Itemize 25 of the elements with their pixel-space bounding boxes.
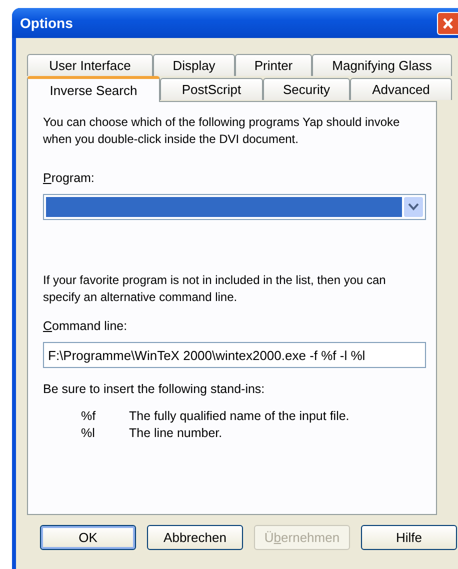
command-line-field[interactable]: F:\Programme\WinTeX 2000\wintex2000.exe -f %f -l %l (43, 342, 426, 368)
dialog-button[interactable]: OK (40, 525, 136, 550)
chevron-down-icon (408, 203, 419, 211)
standin-code: %f (81, 408, 97, 425)
close-icon[interactable] (437, 12, 458, 34)
standin-code: %l (81, 425, 96, 442)
tab[interactable]: Printer (235, 54, 312, 76)
program-dropdown[interactable] (43, 194, 426, 220)
tab[interactable]: Security (263, 78, 350, 100)
window-title: Options (20, 15, 73, 31)
dialog-button[interactable]: Abbrechen (147, 525, 243, 550)
note-text: If your favorite program is not in included in the list, then you can specify an alternative command line. (43, 272, 387, 306)
standins-intro: Be sure to insert the following stand-ins: (43, 382, 266, 396)
standin-description: The fully qualified name of the input file. (129, 408, 350, 425)
dialog-button[interactable]: Hilfe (361, 525, 457, 550)
tab[interactable]: Display (153, 54, 235, 76)
tab[interactable]: User Interface (27, 54, 153, 76)
standin-description: The line number. (129, 425, 224, 442)
tab[interactable]: Advanced (350, 78, 452, 100)
program-label: Program: (43, 170, 96, 187)
command-line-label: Command line: (43, 318, 128, 335)
tab[interactable]: Magnifying Glass (312, 54, 452, 76)
tab[interactable]: Inverse Search (27, 76, 160, 102)
intro-text: You can choose which of the following programs Yap should invoke when you double-click inside the DVI document. (43, 114, 401, 148)
tab[interactable]: PostScript (160, 78, 263, 100)
